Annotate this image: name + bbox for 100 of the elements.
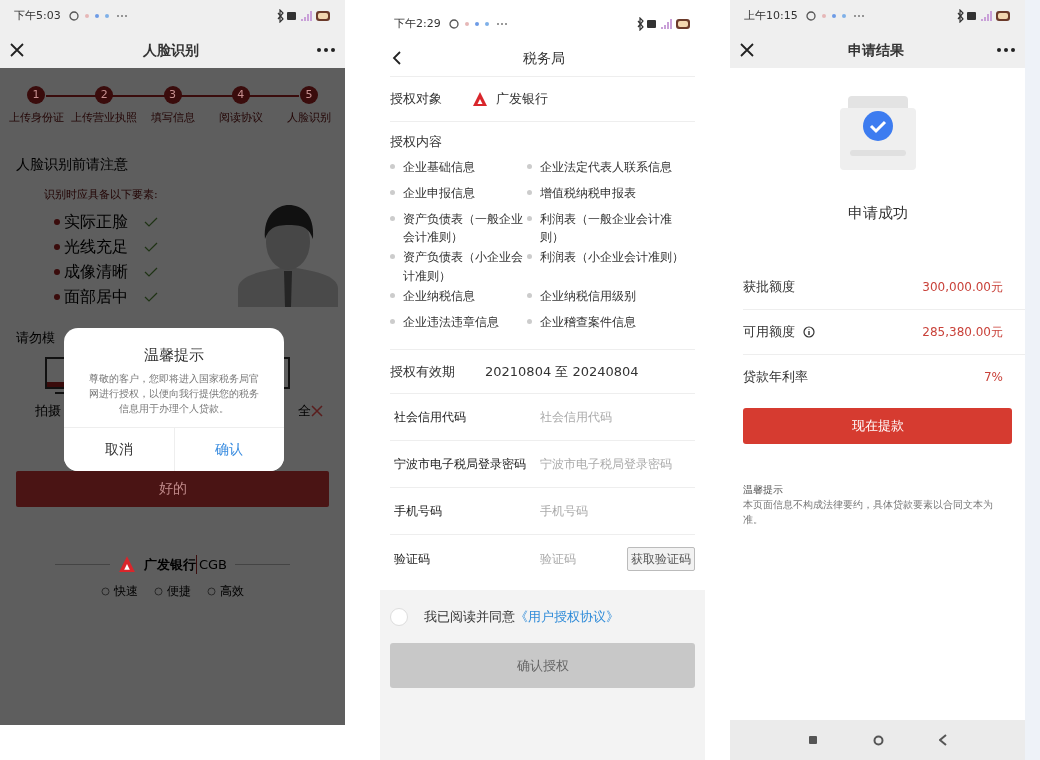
notification-icons-drawing	[68, 11, 129, 21]
agreement-text: 我已阅读并同意《用户授权协议》	[424, 608, 619, 627]
ok-button[interactable]: 好的	[16, 470, 329, 507]
scope-item: 利润表（一般企业会计准则）	[540, 210, 674, 246]
info-icon[interactable]	[803, 325, 815, 338]
step-label: 填写信息	[150, 110, 195, 125]
detail-label: 贷款年利率	[743, 368, 808, 387]
bank-logo-icon	[472, 91, 488, 107]
scope-item: 增值税纳税申报表	[540, 184, 637, 202]
input-field[interactable]: 手机号码	[540, 502, 695, 521]
circle-icon	[154, 586, 163, 596]
tip-title: 温馨提示	[743, 482, 784, 497]
step-label: 阅读协议	[218, 110, 263, 125]
cross-icon	[311, 404, 323, 417]
home-icon[interactable]	[873, 734, 884, 746]
validity-label: 授权有效期	[390, 362, 456, 381]
circle-icon	[101, 586, 110, 596]
scope-item: 资产负债表（一般企业会计准则）	[403, 210, 524, 246]
check-icon	[144, 292, 158, 302]
dialog-message: 尊敬的客户，您即将进入国家税务局官网进行授权，以便向我行提供您的税务信息用于办理个人贷款。	[88, 371, 260, 416]
scope-item: 企业申报信息	[403, 184, 475, 202]
scope-item: 企业法定代表人联系信息	[540, 158, 673, 176]
dialog-title: 温馨提示	[143, 345, 205, 366]
grantee-label: 授权对象	[390, 90, 443, 109]
close-icon[interactable]	[740, 43, 754, 57]
bank-name: 广发银行	[143, 555, 196, 574]
validity-value: 20210804 至 20240804	[485, 362, 639, 381]
square-icon[interactable]	[807, 735, 818, 745]
more-icon[interactable]	[317, 48, 335, 52]
check-icon	[144, 242, 158, 252]
dialog-confirm-button[interactable]: 确认	[173, 427, 284, 471]
screen-title: 税务局	[522, 48, 565, 68]
feature-text: 高效	[220, 583, 244, 600]
input-field[interactable]: 验证码	[540, 549, 627, 568]
detail-label: 获批额度	[743, 277, 795, 296]
scope-item: 企业稽查案件信息	[540, 314, 637, 332]
bank-code: CGB	[195, 554, 228, 574]
requirement-text: 成像清晰	[64, 261, 128, 283]
scope-item: 企业违法违章信息	[403, 314, 499, 332]
detail-value: 7%	[983, 369, 1003, 386]
step-number: 1	[27, 86, 45, 104]
bank-logo-icon	[117, 555, 136, 574]
feature-text: 便捷	[167, 583, 191, 600]
monitor-icon	[45, 357, 64, 395]
scope-item: 企业纳税信用级别	[540, 288, 637, 306]
step-label: 上传身份证	[8, 110, 64, 125]
detail-value: 285,380.00元	[922, 323, 1003, 341]
example-caption: 全	[298, 402, 311, 420]
tip-text: 本页面信息不构成法律要约，具体贷款要素以合同文本为准。	[743, 497, 994, 527]
screen-title: 申请结果	[847, 40, 904, 60]
back-icon[interactable]	[392, 51, 401, 65]
more-icon[interactable]	[997, 48, 1015, 52]
scope-item: 资产负债表（小企业会计准则）	[403, 249, 524, 285]
step-number: 3	[163, 86, 182, 104]
feature-text: 快速	[114, 583, 138, 600]
requirement-text: 实际正脸	[64, 211, 128, 233]
get-code-button[interactable]: 获取验证码	[627, 546, 695, 571]
input-field[interactable]: 社会信用代码	[540, 408, 695, 427]
status-text: 申请成功	[846, 203, 909, 224]
agreement-link[interactable]: 《用户授权协议》	[515, 609, 619, 625]
example-caption: 拍摄	[35, 402, 61, 420]
field-label: 手机号码	[394, 503, 443, 521]
status-icons-drawing	[955, 9, 1011, 23]
field-label: 验证码	[394, 550, 431, 568]
scope-label: 授权内容	[390, 133, 443, 151]
close-icon[interactable]	[10, 43, 24, 57]
detail-value: 300,000.00元	[922, 278, 1003, 296]
agree-checkbox[interactable]	[390, 608, 408, 627]
requirement-text: 面部居中	[64, 286, 128, 308]
scope-item: 利润表（小企业会计准则）	[540, 249, 685, 267]
status-time: 上午10:15	[744, 7, 798, 24]
status-icons-drawing	[635, 17, 691, 31]
screen-title: 人脸识别	[142, 40, 199, 60]
check-icon	[144, 217, 158, 227]
warning-text: 请勿模	[16, 329, 55, 345]
withdraw-button[interactable]: 现在提款	[743, 407, 1012, 444]
grantee-name: 广发银行	[496, 90, 548, 109]
status-time: 下午5:03	[14, 7, 61, 24]
detail-label: 可用额度	[743, 322, 795, 341]
step-number: 5	[300, 86, 318, 104]
field-label: 宁波市电子税局登录密码	[394, 456, 527, 474]
field-label: 社会信用代码	[394, 409, 467, 427]
step-label: 人脸识别	[287, 110, 331, 125]
dialog-cancel-button[interactable]: 取消	[64, 427, 174, 471]
notice-heading: 人脸识别前请注意	[16, 155, 129, 174]
back-icon[interactable]	[939, 734, 948, 746]
status-icons-drawing	[275, 9, 331, 23]
step-label: 上传营业执照	[71, 110, 138, 125]
input-field[interactable]: 宁波市电子税局登录密码	[540, 455, 695, 474]
status-time: 下午2:29	[394, 15, 441, 32]
requirement-text: 光线充足	[64, 236, 128, 258]
scope-item: 企业基础信息	[403, 158, 475, 176]
scope-item: 企业纳税信息	[403, 288, 475, 306]
circle-icon	[207, 586, 216, 596]
notification-icons-drawing	[448, 19, 509, 29]
notification-icons-drawing	[805, 11, 866, 21]
step-number: 2	[95, 86, 114, 104]
step-number: 4	[231, 86, 250, 104]
check-icon	[144, 267, 158, 277]
requirements-heading: 识别时应具备以下要素:	[44, 187, 159, 203]
